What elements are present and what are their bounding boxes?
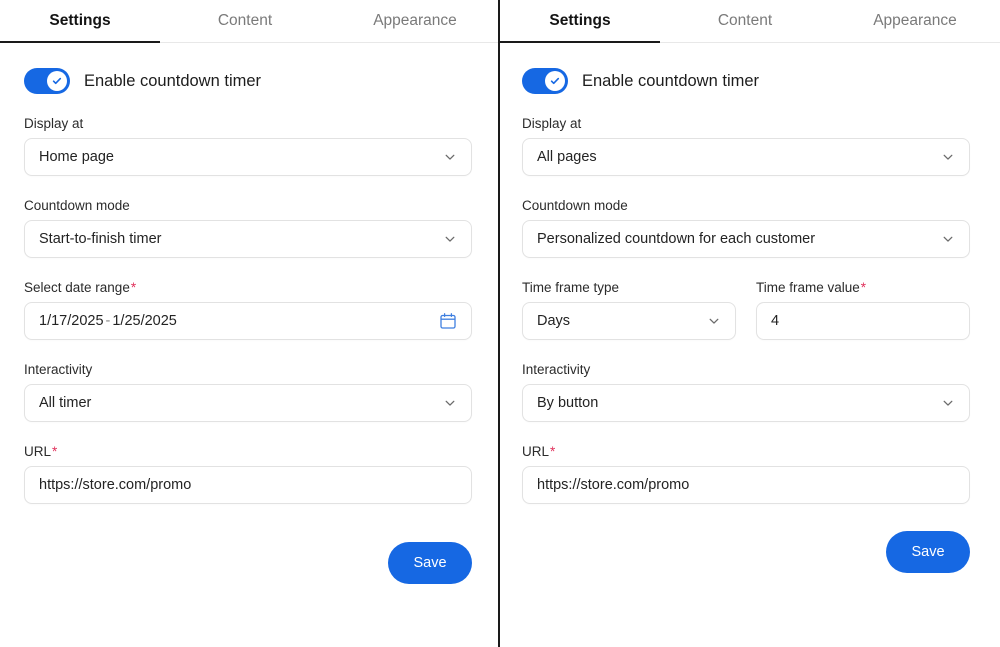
countdown-timer-settings-screen: Settings Content Appearance Enable count… (0, 0, 1000, 647)
save-button[interactable]: Save (886, 531, 970, 573)
tab-settings[interactable]: Settings (500, 0, 660, 43)
chevron-down-icon (941, 396, 955, 410)
countdown-mode-label: Countdown mode (522, 198, 628, 213)
url-field: URL* https://store.com/promo (24, 444, 472, 504)
chevron-down-icon (443, 396, 457, 410)
display-at-label: Display at (24, 116, 84, 131)
time-frame-row: Time frame type Days Time frame value* 4 (522, 280, 970, 340)
time-frame-value-label: Time frame value* (756, 280, 970, 295)
tab-appearance[interactable]: Appearance (830, 0, 1000, 42)
countdown-mode-field: Countdown mode Personalized countdown fo… (522, 198, 970, 258)
countdown-mode-field: Countdown mode Start-to-finish timer (24, 198, 472, 258)
time-frame-type-field: Time frame type Days (522, 280, 736, 340)
date-range-end: 1/25/2025 (112, 313, 177, 329)
tab-bar-right: Settings Content Appearance (500, 0, 1000, 43)
interactivity-select[interactable]: All timer (24, 384, 472, 422)
interactivity-field: Interactivity By button (522, 362, 970, 422)
required-asterisk: * (860, 280, 867, 295)
check-icon (550, 77, 560, 85)
required-asterisk: * (550, 444, 556, 459)
tab-settings[interactable]: Settings (0, 0, 160, 43)
interactivity-select[interactable]: By button (522, 384, 970, 422)
tab-bar-left: Settings Content Appearance (0, 0, 500, 43)
date-range-value: 1/17/2025-1/25/2025 (39, 313, 431, 329)
toggle-knob (545, 71, 565, 91)
tab-label: Appearance (873, 12, 957, 29)
enable-countdown-timer-toggle[interactable] (24, 68, 70, 94)
time-frame-value-input[interactable]: 4 (756, 302, 970, 340)
url-label: URL* (522, 444, 970, 459)
url-value: https://store.com/promo (39, 477, 192, 493)
panel-divider (498, 0, 500, 647)
tab-appearance[interactable]: Appearance (330, 0, 500, 42)
tab-label: Appearance (373, 12, 457, 29)
url-field: URL* https://store.com/promo (522, 444, 970, 504)
toggle-knob (47, 71, 67, 91)
tab-content[interactable]: Content (660, 0, 830, 42)
display-at-select[interactable]: Home page (24, 138, 472, 176)
date-range-field: Select date range* 1/17/2025-1/25/2025 (24, 280, 472, 340)
tab-label: Settings (49, 12, 111, 29)
interactivity-value: All timer (39, 395, 92, 411)
interactivity-field: Interactivity All timer (24, 362, 472, 422)
url-label: URL* (24, 444, 472, 459)
footer-right: Save (522, 531, 970, 573)
chevron-down-icon (941, 232, 955, 246)
date-range-label: Select date range* (24, 280, 472, 295)
display-at-field: Display at All pages (522, 116, 970, 176)
chevron-down-icon (443, 232, 457, 246)
enable-countdown-timer-toggle[interactable] (522, 68, 568, 94)
time-frame-type-label: Time frame type (522, 280, 620, 295)
required-asterisk: * (52, 444, 58, 459)
url-input[interactable]: https://store.com/promo (24, 466, 472, 504)
display-at-value: Home page (39, 149, 114, 165)
chevron-down-icon (707, 314, 721, 328)
url-input[interactable]: https://store.com/promo (522, 466, 970, 504)
countdown-mode-value: Personalized countdown for each customer (537, 231, 816, 247)
interactivity-label: Interactivity (24, 362, 93, 377)
interactivity-value: By button (537, 395, 599, 411)
time-frame-value-label-text: Time frame value (756, 280, 860, 295)
chevron-down-icon (443, 150, 457, 164)
required-asterisk: * (130, 280, 137, 295)
save-button[interactable]: Save (388, 542, 472, 584)
url-value: https://store.com/promo (537, 477, 690, 493)
interactivity-label: Interactivity (522, 362, 591, 377)
tab-label: Content (717, 12, 773, 29)
enable-countdown-timer-label: Enable countdown timer (582, 71, 760, 90)
tab-content[interactable]: Content (160, 0, 330, 42)
display-at-label: Display at (522, 116, 582, 131)
chevron-down-icon (941, 150, 955, 164)
url-label-text: URL (522, 444, 550, 459)
settings-panel-right: Settings Content Appearance Enable count… (500, 0, 1000, 647)
time-frame-type-value: Days (537, 313, 571, 329)
time-frame-value-field: Time frame value* 4 (756, 280, 970, 340)
tab-label: Settings (549, 12, 611, 29)
display-at-field: Display at Home page (24, 116, 472, 176)
footer-left: Save (24, 542, 472, 584)
time-frame-value-value: 4 (771, 313, 780, 329)
settings-panel-left: Settings Content Appearance Enable count… (0, 0, 500, 647)
countdown-mode-value: Start-to-finish timer (39, 231, 162, 247)
countdown-mode-select[interactable]: Personalized countdown for each customer (522, 220, 970, 258)
countdown-mode-select[interactable]: Start-to-finish timer (24, 220, 472, 258)
url-label-text: URL (24, 444, 52, 459)
date-range-picker[interactable]: 1/17/2025-1/25/2025 (24, 302, 472, 340)
display-at-value: All pages (537, 149, 597, 165)
date-range-start: 1/17/2025 (39, 313, 104, 329)
enable-countdown-timer-label: Enable countdown timer (84, 71, 262, 90)
check-icon (52, 77, 62, 85)
calendar-icon[interactable] (439, 312, 457, 330)
time-frame-type-select[interactable]: Days (522, 302, 736, 340)
display-at-select[interactable]: All pages (522, 138, 970, 176)
enable-countdown-timer-row: Enable countdown timer (522, 68, 970, 94)
enable-countdown-timer-row: Enable countdown timer (24, 68, 472, 94)
countdown-mode-label: Countdown mode (24, 198, 130, 213)
date-range-label-text: Select date range (24, 280, 130, 295)
tab-label: Content (217, 12, 273, 29)
